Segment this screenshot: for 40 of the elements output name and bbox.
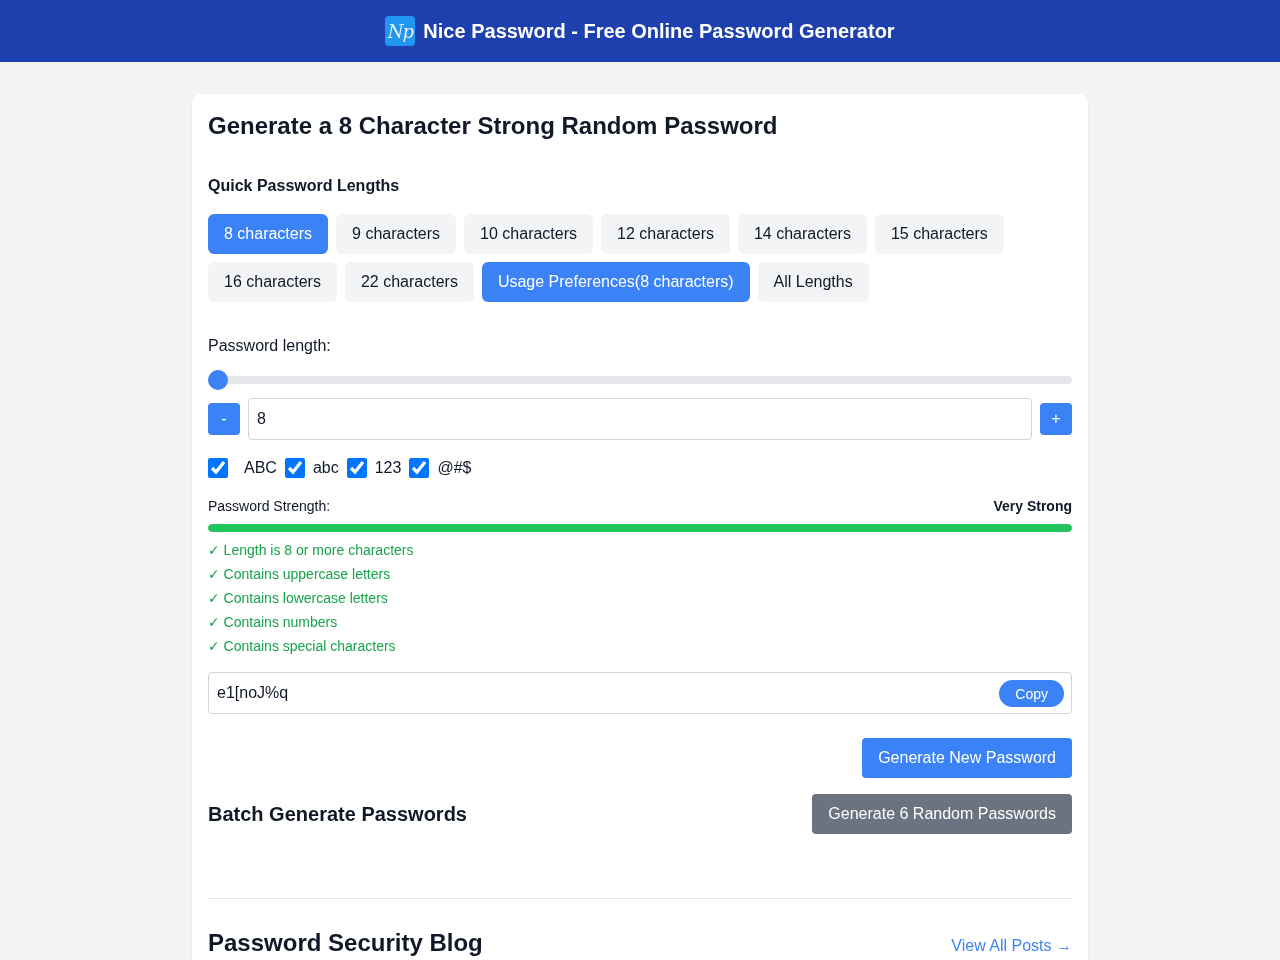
- site-title: Nice Password - Free Online Password Generator: [423, 19, 895, 43]
- batch-generate-button[interactable]: Generate 6 Random Passwords: [812, 794, 1072, 834]
- length-option-button[interactable]: 22 characters: [344, 262, 474, 302]
- section-heading: Quick Password Lengths: [208, 176, 400, 196]
- length-option-button[interactable]: 9 characters: [336, 214, 457, 254]
- view-all-posts-link[interactable]: View All Posts →: [951, 935, 1072, 957]
- criterion-text: ✓ Length is 8 or more characters: [208, 541, 414, 560]
- generate-button[interactable]: Generate New Password: [862, 738, 1072, 778]
- section-heading: Password Security Blog: [208, 930, 483, 956]
- length-option-button[interactable]: 10 characters: [464, 214, 594, 254]
- length-option-button[interactable]: 12 characters: [601, 214, 730, 254]
- criterion-text: ✓ Contains special characters: [208, 637, 396, 656]
- length-option-button[interactable]: All Lengths: [757, 262, 869, 302]
- slider-thumb[interactable]: [208, 370, 228, 390]
- checkbox[interactable]: [208, 458, 228, 478]
- section-heading: Batch Generate Passwords: [208, 802, 467, 827]
- decrement-button[interactable]: -: [208, 403, 240, 435]
- copy-button[interactable]: Copy: [999, 680, 1064, 707]
- length-option-button[interactable]: 15 characters: [874, 214, 1004, 254]
- length-input[interactable]: 8: [248, 398, 1032, 440]
- checkbox-label: @#$: [437, 458, 472, 478]
- criterion-text: ✓ Contains uppercase letters: [208, 565, 391, 584]
- length-option-button[interactable]: Usage Preferences(8 characters): [481, 262, 750, 302]
- length-option-button[interactable]: 16 characters: [208, 262, 337, 302]
- checkbox-label: 123: [374, 458, 402, 478]
- strength-label: Password Strength:: [208, 497, 331, 516]
- length-option-button[interactable]: 8 characters: [208, 214, 329, 254]
- strength-rating: Very Strong: [993, 497, 1072, 516]
- checkbox[interactable]: [284, 458, 305, 478]
- page-heading: Generate a 8 Character Strong Random Password: [208, 111, 779, 141]
- criterion-text: ✓ Contains numbers: [208, 613, 338, 632]
- checkbox[interactable]: [346, 458, 367, 478]
- field-label: Password length:: [208, 336, 331, 356]
- logo: Np: [385, 16, 416, 46]
- increment-button[interactable]: +: [1040, 403, 1072, 435]
- checkbox-label: ABC: [244, 458, 277, 478]
- checkbox-label: abc: [312, 458, 339, 478]
- checkbox[interactable]: [409, 458, 430, 478]
- length-option-button[interactable]: 14 characters: [737, 214, 867, 254]
- criterion-text: ✓ Contains lowercase letters: [208, 589, 388, 608]
